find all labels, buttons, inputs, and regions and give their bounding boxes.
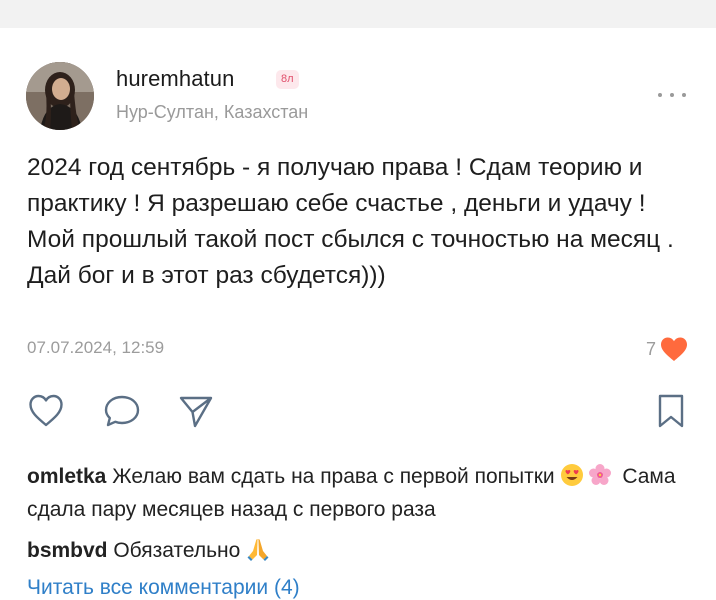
level-badge: 8л — [276, 70, 299, 89]
comment-author[interactable]: omletka — [27, 465, 106, 488]
cherry-blossom-icon — [588, 463, 612, 487]
username[interactable]: huremhatun — [116, 66, 234, 92]
post-header: huremhatun 8л Нур-Султан, Казахстан — [26, 62, 690, 132]
post-date: 07.07.2024, 12:59 — [27, 338, 165, 357]
send-icon[interactable] — [177, 392, 215, 430]
action-bar — [27, 392, 690, 432]
comment-text: Обязательно — [107, 539, 247, 562]
top-separator — [0, 0, 716, 28]
bookmark-icon[interactable] — [652, 392, 690, 430]
avatar[interactable] — [26, 62, 94, 130]
location[interactable]: Нур-Султан, Казахстан — [116, 102, 308, 123]
folded-hands-icon — [246, 537, 270, 561]
post-text: 2024 год сентябрь - я получаю права ! Сд… — [27, 154, 681, 289]
post-page: huremhatun 8л Нур-Султан, Казахстан 2024… — [0, 0, 716, 600]
read-all-comments-link[interactable]: Читать все комментарии (4) — [27, 576, 300, 600]
smiling-face-with-heart-eyes-icon — [560, 463, 584, 487]
likes[interactable]: 7 — [646, 336, 688, 362]
more-dots-icon[interactable] — [658, 90, 686, 100]
heart-outline-icon[interactable] — [27, 392, 65, 430]
comment-item: bsmbvd Обязательно — [27, 534, 697, 567]
comment-text: Желаю вам сдать на права с первой попытк… — [106, 465, 561, 488]
comment-item: omletka Желаю вам сдать на права с перво… — [27, 460, 697, 526]
comments-list: omletka Желаю вам сдать на права с перво… — [27, 460, 697, 567]
likes-count: 7 — [645, 338, 656, 359]
comment-bubble-icon[interactable] — [103, 392, 141, 430]
comment-author[interactable]: bsmbvd — [27, 539, 108, 562]
heart-filled-icon[interactable] — [660, 336, 688, 362]
